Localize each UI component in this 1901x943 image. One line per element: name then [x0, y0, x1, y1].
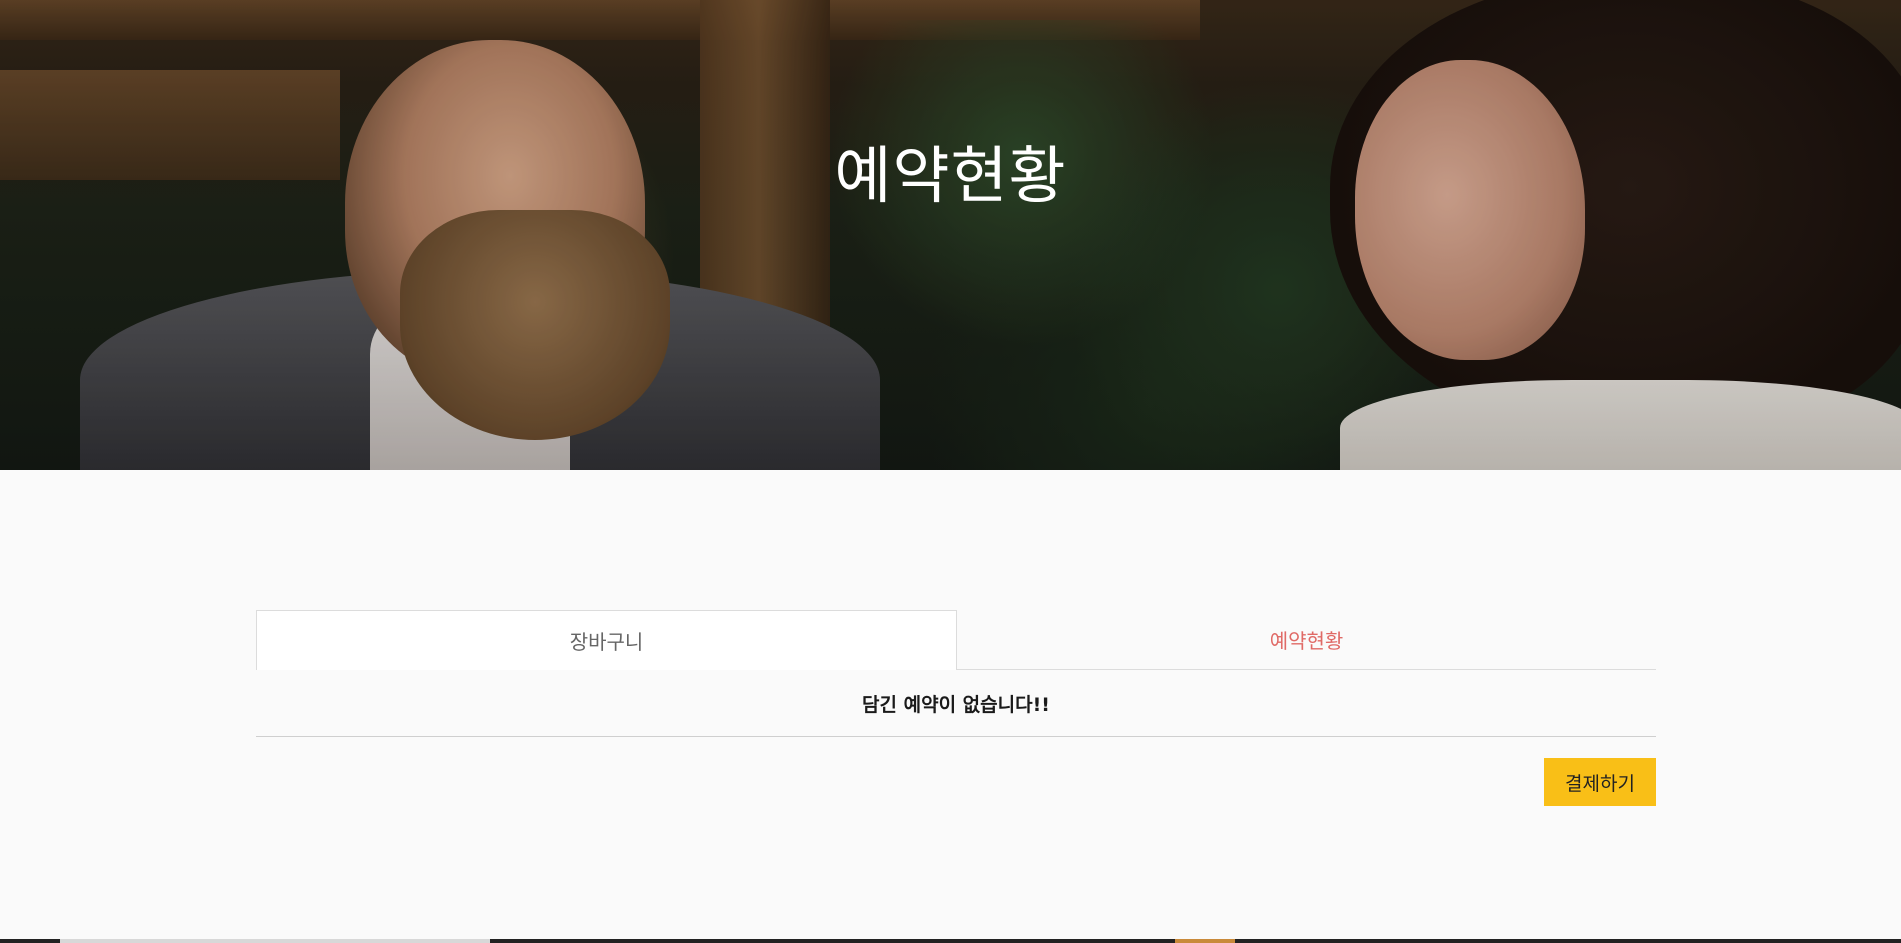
action-bar: 결제하기	[256, 737, 1656, 806]
bottom-edge-strip	[0, 939, 1901, 943]
tab-reservation-status[interactable]: 예약현황	[957, 610, 1656, 669]
tab-cart[interactable]: 장바구니	[256, 610, 957, 670]
tab-bar: 장바구니 예약현황	[256, 610, 1656, 670]
empty-cart-message: 담긴 예약이 없습니다!!	[256, 670, 1656, 737]
hero-banner: 예약현황	[0, 0, 1901, 470]
reservation-panel: 장바구니 예약현황 담긴 예약이 없습니다!! 결제하기	[256, 610, 1656, 806]
checkout-button[interactable]: 결제하기	[1544, 758, 1656, 806]
page-title: 예약현황	[834, 139, 1067, 212]
